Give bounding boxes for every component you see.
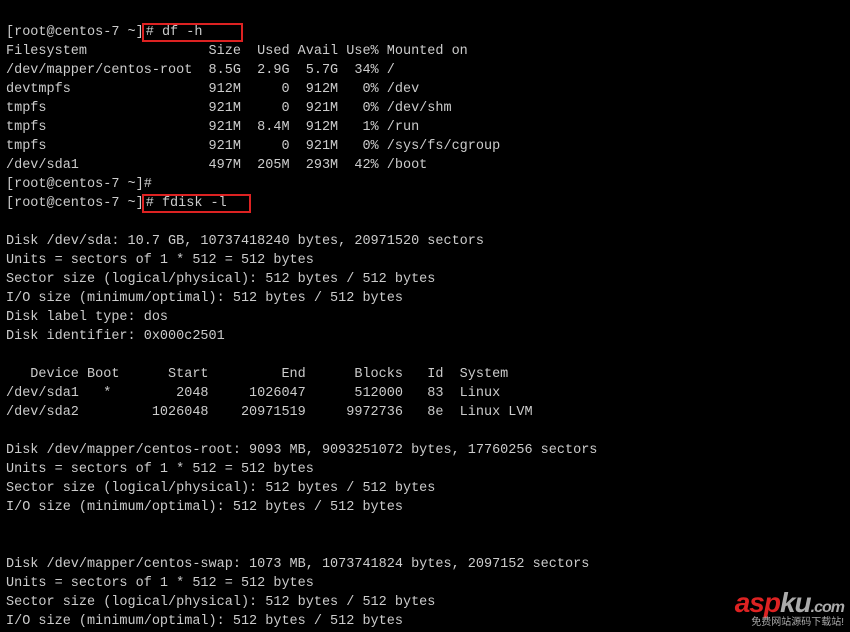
fdisk-partition-row: /dev/sda1 * 2048 1026047 512000 83 Linux bbox=[6, 386, 500, 401]
fdisk-line: I/O size (minimum/optimal): 512 bytes / … bbox=[6, 291, 403, 306]
fdisk-line: Sector size (logical/physical): 512 byte… bbox=[6, 595, 435, 610]
prompt-user: [root@centos-7 ~] bbox=[6, 196, 144, 211]
logo-subtitle: 免费网站源码下载站! bbox=[735, 613, 844, 632]
fdisk-line: Sector size (logical/physical): 512 byte… bbox=[6, 481, 435, 496]
prompt-line-1: [root@centos-7 ~]# df -h bbox=[6, 25, 243, 40]
fdisk-line: Disk label type: dos bbox=[6, 310, 168, 325]
prompt-symbol: # bbox=[146, 25, 162, 40]
fdisk-line: Units = sectors of 1 * 512 = 512 bytes bbox=[6, 462, 314, 477]
fdisk-partition-header: Device Boot Start End Blocks Id System bbox=[6, 367, 508, 382]
logo-letter-a: a bbox=[735, 587, 750, 618]
command-highlight-df: # df -h bbox=[142, 23, 243, 42]
fdisk-line: I/O size (minimum/optimal): 512 bytes / … bbox=[6, 614, 403, 629]
df-row: /dev/sda1 497M 205M 293M 42% /boot bbox=[6, 158, 427, 173]
command-fdisk: fdisk -l bbox=[162, 196, 227, 211]
fdisk-line: Disk /dev/sda: 10.7 GB, 10737418240 byte… bbox=[6, 234, 484, 249]
fdisk-line: I/O size (minimum/optimal): 512 bytes / … bbox=[6, 500, 403, 515]
df-row: tmpfs 921M 8.4M 912M 1% /run bbox=[6, 120, 419, 135]
df-row: devtmpfs 912M 0 912M 0% /dev bbox=[6, 82, 419, 97]
prompt-user: [root@centos-7 ~] bbox=[6, 25, 144, 40]
df-row: tmpfs 921M 0 921M 0% /dev/shm bbox=[6, 101, 452, 116]
prompt-line-3: [root@centos-7 ~]# fdisk -l bbox=[6, 196, 251, 211]
fdisk-line: Disk /dev/mapper/centos-root: 9093 MB, 9… bbox=[6, 443, 597, 458]
fdisk-partition-row: /dev/sda2 1026048 20971519 9972736 8e Li… bbox=[6, 405, 533, 420]
fdisk-line: Sector size (logical/physical): 512 byte… bbox=[6, 272, 435, 287]
command-highlight-fdisk: # fdisk -l bbox=[142, 194, 251, 213]
fdisk-line: Disk identifier: 0x000c2501 bbox=[6, 329, 225, 344]
command-df: df -h bbox=[162, 25, 203, 40]
watermark-logo: aspku.com 免费网站源码下载站! bbox=[735, 593, 844, 632]
prompt-symbol: # bbox=[146, 196, 162, 211]
df-row: tmpfs 921M 0 921M 0% /sys/fs/cgroup bbox=[6, 139, 500, 154]
df-row: /dev/mapper/centos-root 8.5G 2.9G 5.7G 3… bbox=[6, 63, 395, 78]
df-header: Filesystem Size Used Avail Use% Mounted … bbox=[6, 44, 468, 59]
fdisk-line: Units = sectors of 1 * 512 = 512 bytes bbox=[6, 253, 314, 268]
fdisk-line: Disk /dev/mapper/centos-swap: 1073 MB, 1… bbox=[6, 557, 589, 572]
fdisk-line: Units = sectors of 1 * 512 = 512 bytes bbox=[6, 576, 314, 591]
terminal-output[interactable]: [root@centos-7 ~]# df -h Filesystem Size… bbox=[0, 0, 850, 632]
prompt-line-2: [root@centos-7 ~]# bbox=[6, 177, 152, 192]
